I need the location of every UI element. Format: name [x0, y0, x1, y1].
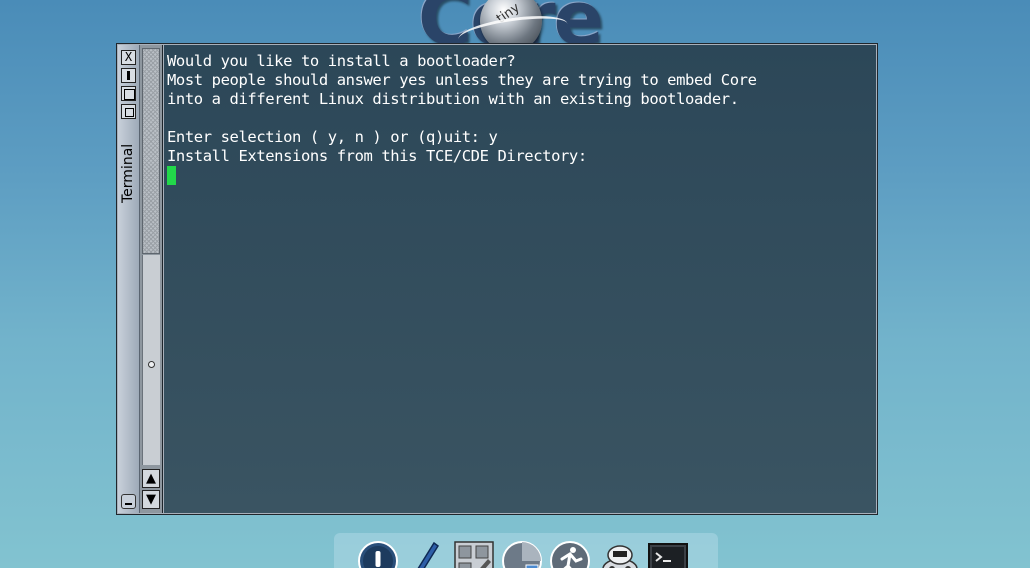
terminal-cursor [167, 166, 176, 185]
terminal-window[interactable]: X Terminal ▲ ▼ Would you like to install… [116, 43, 878, 515]
scrollbar-trough[interactable] [142, 255, 160, 465]
terminal-icon[interactable] [646, 539, 690, 568]
terminal-line: Would you like to install a bootloader? [167, 52, 516, 70]
power-icon[interactable] [356, 539, 400, 568]
window-title: Terminal [120, 143, 136, 203]
apps-icon[interactable] [452, 539, 496, 568]
scrollbar-thumb[interactable] [142, 48, 160, 254]
terminal-scrollbar[interactable]: ▲ ▼ [140, 45, 163, 513]
terminal-line: into a different Linux distribution with… [167, 90, 739, 108]
minimize-button[interactable] [121, 68, 136, 83]
wbar-dock [334, 533, 718, 568]
terminal-line: Most people should answer yes unless the… [167, 71, 757, 89]
scroll-grip-icon [148, 361, 155, 368]
scroll-up-button[interactable]: ▲ [142, 469, 160, 488]
mount-tool-icon[interactable] [598, 539, 642, 568]
maximize-button[interactable] [121, 86, 136, 101]
terminal-line: Install Extensions from this TCE/CDE Dir… [167, 147, 587, 165]
terminal-output[interactable]: Would you like to install a bootloader? … [164, 45, 876, 513]
window-titlebar[interactable]: X Terminal [118, 45, 140, 513]
shade-button[interactable] [121, 104, 136, 119]
scroll-down-button[interactable]: ▼ [142, 490, 160, 509]
close-button[interactable]: X [121, 50, 136, 65]
iconify-button[interactable] [121, 494, 136, 509]
control-panel-icon[interactable] [500, 539, 544, 568]
editor-icon[interactable] [404, 539, 448, 568]
terminal-line: Enter selection ( y, n ) or (q)uit: y [167, 128, 498, 146]
terminal-input-line[interactable] [167, 166, 876, 185]
run-icon[interactable] [548, 539, 592, 568]
